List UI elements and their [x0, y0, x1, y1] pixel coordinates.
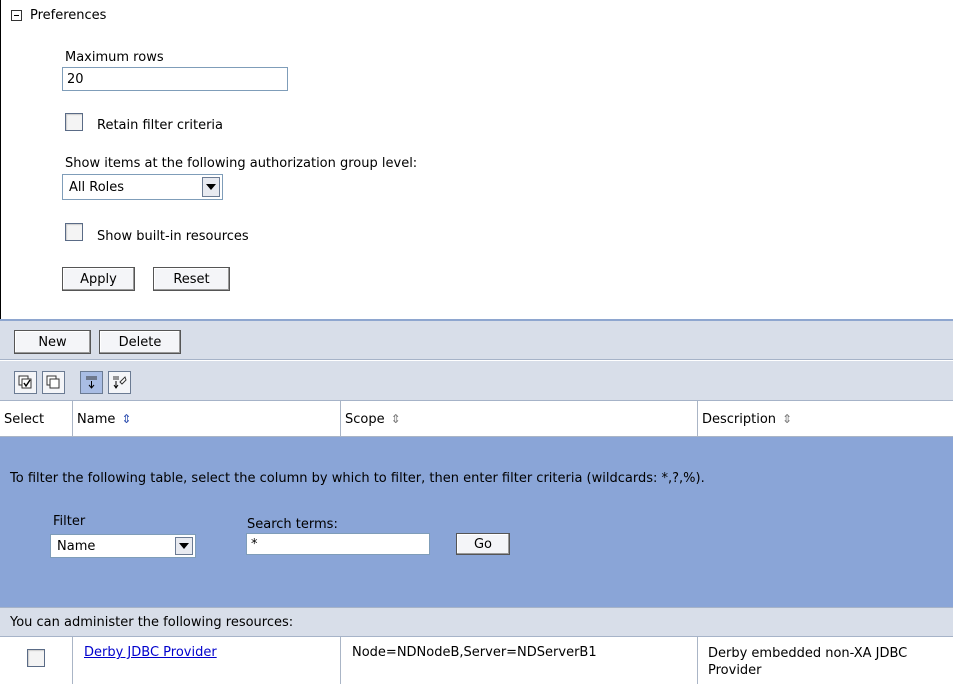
new-button[interactable]: New — [14, 330, 91, 354]
sort-icon[interactable]: ⇕ — [782, 412, 792, 426]
column-select-label: Select — [4, 411, 45, 427]
deselect-all-icon[interactable] — [42, 371, 65, 394]
retain-filter-checkbox[interactable] — [65, 113, 83, 131]
sort-icon[interactable]: ⇕ — [121, 412, 131, 426]
chevron-down-icon[interactable] — [175, 537, 193, 555]
select-cell — [0, 637, 73, 684]
action-toolbar: New Delete — [0, 321, 953, 360]
table-header: Select Name ⇕ Scope ⇕ Description ⇕ — [0, 401, 953, 437]
search-terms-label: Search terms: — [247, 517, 338, 532]
show-filter-icon[interactable] — [80, 371, 103, 394]
preferences-title: Preferences — [30, 8, 107, 23]
delete-button[interactable]: Delete — [99, 330, 181, 354]
sort-icon[interactable]: ⇕ — [391, 412, 401, 426]
preferences-panel: Preferences Maximum rows Retain filter c… — [0, 0, 953, 320]
administer-header: You can administer the following resourc… — [0, 607, 953, 637]
administer-text: You can administer the following resourc… — [10, 614, 294, 630]
chevron-down-icon[interactable] — [202, 177, 220, 197]
go-button[interactable]: Go — [456, 533, 510, 555]
resource-description: Derby embedded non-XA JDBC Provider — [708, 646, 908, 678]
collapse-icon[interactable] — [11, 10, 22, 21]
column-header-select: Select — [0, 401, 73, 437]
column-description-label: Description — [702, 411, 777, 427]
preferences-header[interactable]: Preferences — [11, 8, 106, 23]
auth-group-selected: All Roles — [69, 179, 125, 195]
builtin-label: Show built-in resources — [97, 229, 249, 244]
column-scope-label: Scope — [345, 411, 385, 427]
table-row: Derby JDBC Provider Node=NDNodeB,Server=… — [0, 637, 953, 684]
max-rows-label: Maximum rows — [65, 50, 164, 65]
icon-toolbar — [0, 361, 953, 401]
filter-label: Filter — [53, 514, 86, 529]
builtin-checkbox[interactable] — [65, 223, 83, 241]
filter-instructions: To filter the following table, select th… — [10, 471, 705, 486]
filter-panel: To filter the following table, select th… — [0, 437, 953, 607]
column-name-label: Name — [77, 411, 116, 427]
reset-button[interactable]: Reset — [153, 267, 230, 291]
resource-name-link[interactable]: Derby JDBC Provider — [84, 645, 217, 660]
select-all-icon[interactable] — [14, 371, 37, 394]
resource-scope: Node=NDNodeB,Server=NDServerB1 — [352, 645, 597, 660]
name-cell: Derby JDBC Provider — [73, 637, 341, 684]
column-header-name[interactable]: Name ⇕ — [73, 401, 341, 437]
search-input[interactable] — [246, 533, 430, 555]
auth-group-select[interactable]: All Roles — [62, 174, 223, 200]
column-header-description[interactable]: Description ⇕ — [698, 401, 953, 437]
description-cell: Derby embedded non-XA JDBC Provider — [698, 637, 953, 684]
column-header-scope[interactable]: Scope ⇕ — [341, 401, 698, 437]
filter-column-select[interactable]: Name — [50, 534, 196, 558]
filter-selected: Name — [57, 538, 96, 554]
auth-group-label: Show items at the following authorizatio… — [65, 156, 418, 171]
retain-filter-label: Retain filter criteria — [97, 118, 223, 133]
clear-filter-icon[interactable] — [108, 371, 131, 394]
apply-button[interactable]: Apply — [62, 267, 135, 291]
row-select-checkbox[interactable] — [27, 649, 45, 667]
scope-cell: Node=NDNodeB,Server=NDServerB1 — [341, 637, 698, 684]
max-rows-input[interactable] — [62, 67, 288, 91]
